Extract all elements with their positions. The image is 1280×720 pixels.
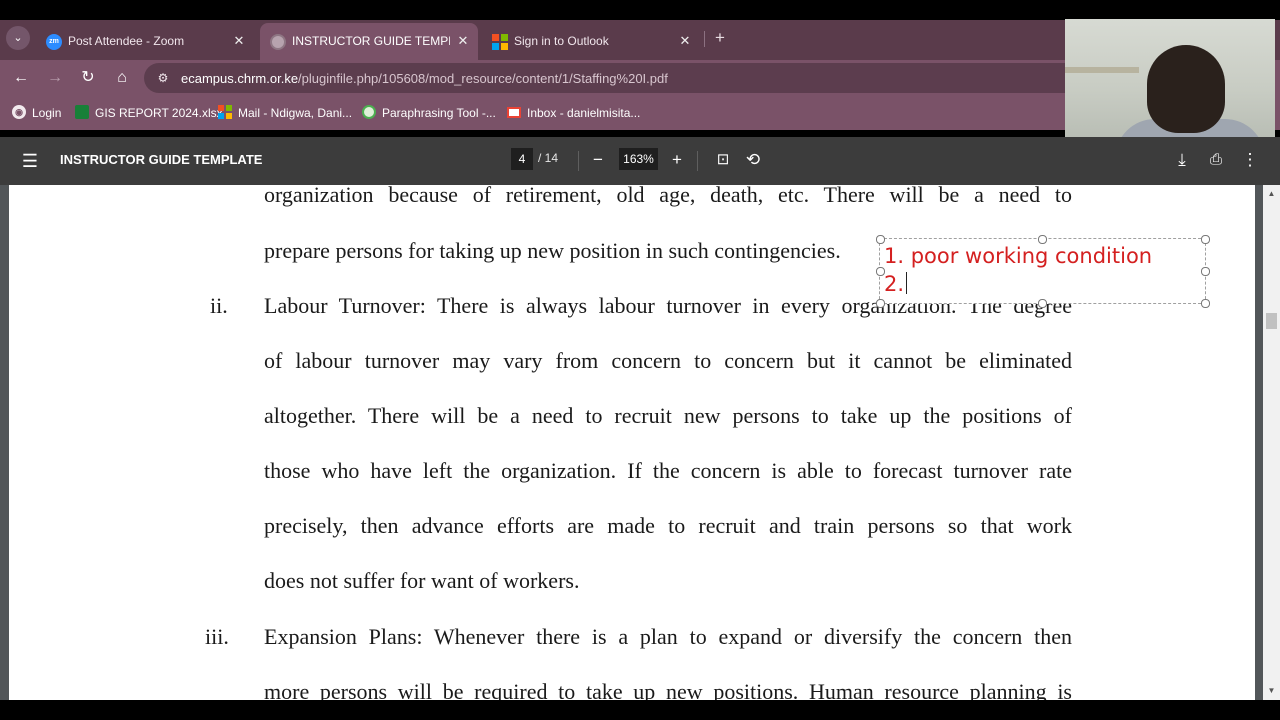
scroll-down-arrow-icon[interactable]: ▼ [1263,684,1280,698]
zoom-in-icon[interactable]: + [666,149,688,171]
url-text[interactable]: ecampus.chrm.or.ke/pluginfile.php/105608… [181,71,668,86]
resize-handle[interactable] [876,267,885,276]
gmail-icon [507,107,521,118]
bookmark-label: Login [32,106,62,120]
document-line: of labour turnover may vary from concern… [264,348,1072,373]
resize-handle[interactable] [1201,299,1210,308]
toolbar-divider [697,151,698,171]
resize-handle[interactable] [876,235,885,244]
address-bar[interactable]: ⚙ ecampus.chrm.or.ke/pluginfile.php/1056… [144,63,1144,93]
resize-handle[interactable] [1038,235,1047,244]
screen-bottom-edge [0,700,1280,720]
document-line: precisely, then advance efforts are made… [264,513,1072,538]
rotate-icon[interactable]: ⟲ [742,149,764,171]
scroll-up-arrow-icon[interactable]: ▲ [1263,187,1280,201]
page-number-input[interactable]: 4 [511,148,533,170]
pdf-page: organization because of retirement, old … [9,185,1255,700]
fit-page-icon[interactable]: ⊡ [712,149,734,171]
zoom-input[interactable]: 163% [619,148,658,170]
page-total: / 14 [538,151,559,165]
tab-instructor-guide[interactable]: INSTRUCTOR GUIDE TEMPLATE ✕ [260,23,478,60]
resize-handle[interactable] [1201,235,1210,244]
tab-title: INSTRUCTOR GUIDE TEMPLATE [292,34,450,48]
text-annotation-box[interactable]: 1. poor working condition 2. [876,235,1210,308]
close-icon[interactable]: ✕ [230,32,248,50]
vertical-scrollbar[interactable]: ▲ ▼ [1263,185,1280,700]
annotation-line-2: 2. [884,272,908,296]
resize-handle[interactable] [1201,267,1210,276]
forward-arrow-icon[interactable]: → [43,67,67,89]
globe-icon: ◉ [12,105,26,119]
bookmark-label: Inbox - danielmisita... [527,106,641,120]
url-host: ecampus.chrm.or.ke [181,71,299,86]
annotation-line-2-text: 2. [884,272,905,296]
pdf-toolbar: ☰ INSTRUCTOR GUIDE TEMPLATE 4 / 14 − 163… [0,137,1280,185]
url-path: /pluginfile.php/105608/mod_resource/cont… [298,71,668,86]
download-icon[interactable]: ⤓ [1171,149,1193,171]
scrollbar-thumb[interactable] [1266,313,1277,329]
resize-handle[interactable] [1038,299,1047,308]
close-icon[interactable]: ✕ [676,32,694,50]
bookmark-label: Mail - Ndigwa, Dani... [238,106,353,120]
document-line: organization because of retirement, old … [264,185,1072,207]
document-line: does not suffer for want of workers. [264,568,580,593]
zoom-out-icon[interactable]: − [587,149,609,171]
back-arrow-icon[interactable]: ← [9,67,33,89]
pdf-title: INSTRUCTOR GUIDE TEMPLATE [60,152,263,167]
annotation-line-1: 1. poor working condition [884,244,1153,268]
tab-title: Post Attendee - Zoom [68,34,185,48]
webcam-person-head [1147,45,1225,133]
new-tab-plus-icon[interactable]: + [710,27,730,49]
list-marker-iii: iii. [205,624,229,649]
microsoft-icon [492,34,508,50]
home-icon[interactable]: ⌂ [110,67,134,89]
menu-icon[interactable]: ☰ [20,151,40,171]
zoom-icon: zm [46,34,62,50]
resize-handle[interactable] [876,299,885,308]
reload-icon[interactable]: ↻ [76,67,100,89]
list-marker-ii: ii. [210,293,228,318]
toolbar-divider [578,151,579,171]
webcam-background-shelf [1065,67,1139,73]
bookmark-label: Paraphrasing Tool -... [382,106,496,120]
tab-zoom[interactable]: zm Post Attendee - Zoom ✕ [36,23,254,60]
microsoft-icon [218,105,232,119]
bookmark-label: GIS REPORT 2024.xlsx [95,106,223,120]
text-cursor [906,272,908,294]
document-line: Expansion Plans: Whenever there is a pla… [264,624,1072,649]
tab-outlook[interactable]: Sign in to Outlook ✕ [482,23,700,60]
more-options-icon[interactable]: ⋮ [1239,149,1261,171]
tab-title: Sign in to Outlook [514,34,609,48]
pdf-viewer-area: organization because of retirement, old … [0,185,1280,700]
document-line: those who have left the organization. If… [264,458,1072,483]
screen-top-edge [0,0,1280,20]
tab-search-chevron-icon[interactable]: ⌄ [6,26,30,50]
paraphrase-icon [362,105,376,119]
site-info-icon[interactable]: ⚙ [154,69,172,87]
tab-separator [704,31,705,47]
document-line: altogether. There will be a need to recr… [264,403,1072,428]
close-icon[interactable]: ✕ [454,32,472,50]
webcam-overlay [1065,19,1275,137]
print-icon[interactable]: ⎙ [1205,149,1227,171]
sheets-icon [75,105,89,119]
document-line: more persons will be required to take up… [264,679,1072,700]
document-line: prepare persons for taking up new positi… [264,238,841,263]
chrome-pdf-icon [270,34,286,50]
